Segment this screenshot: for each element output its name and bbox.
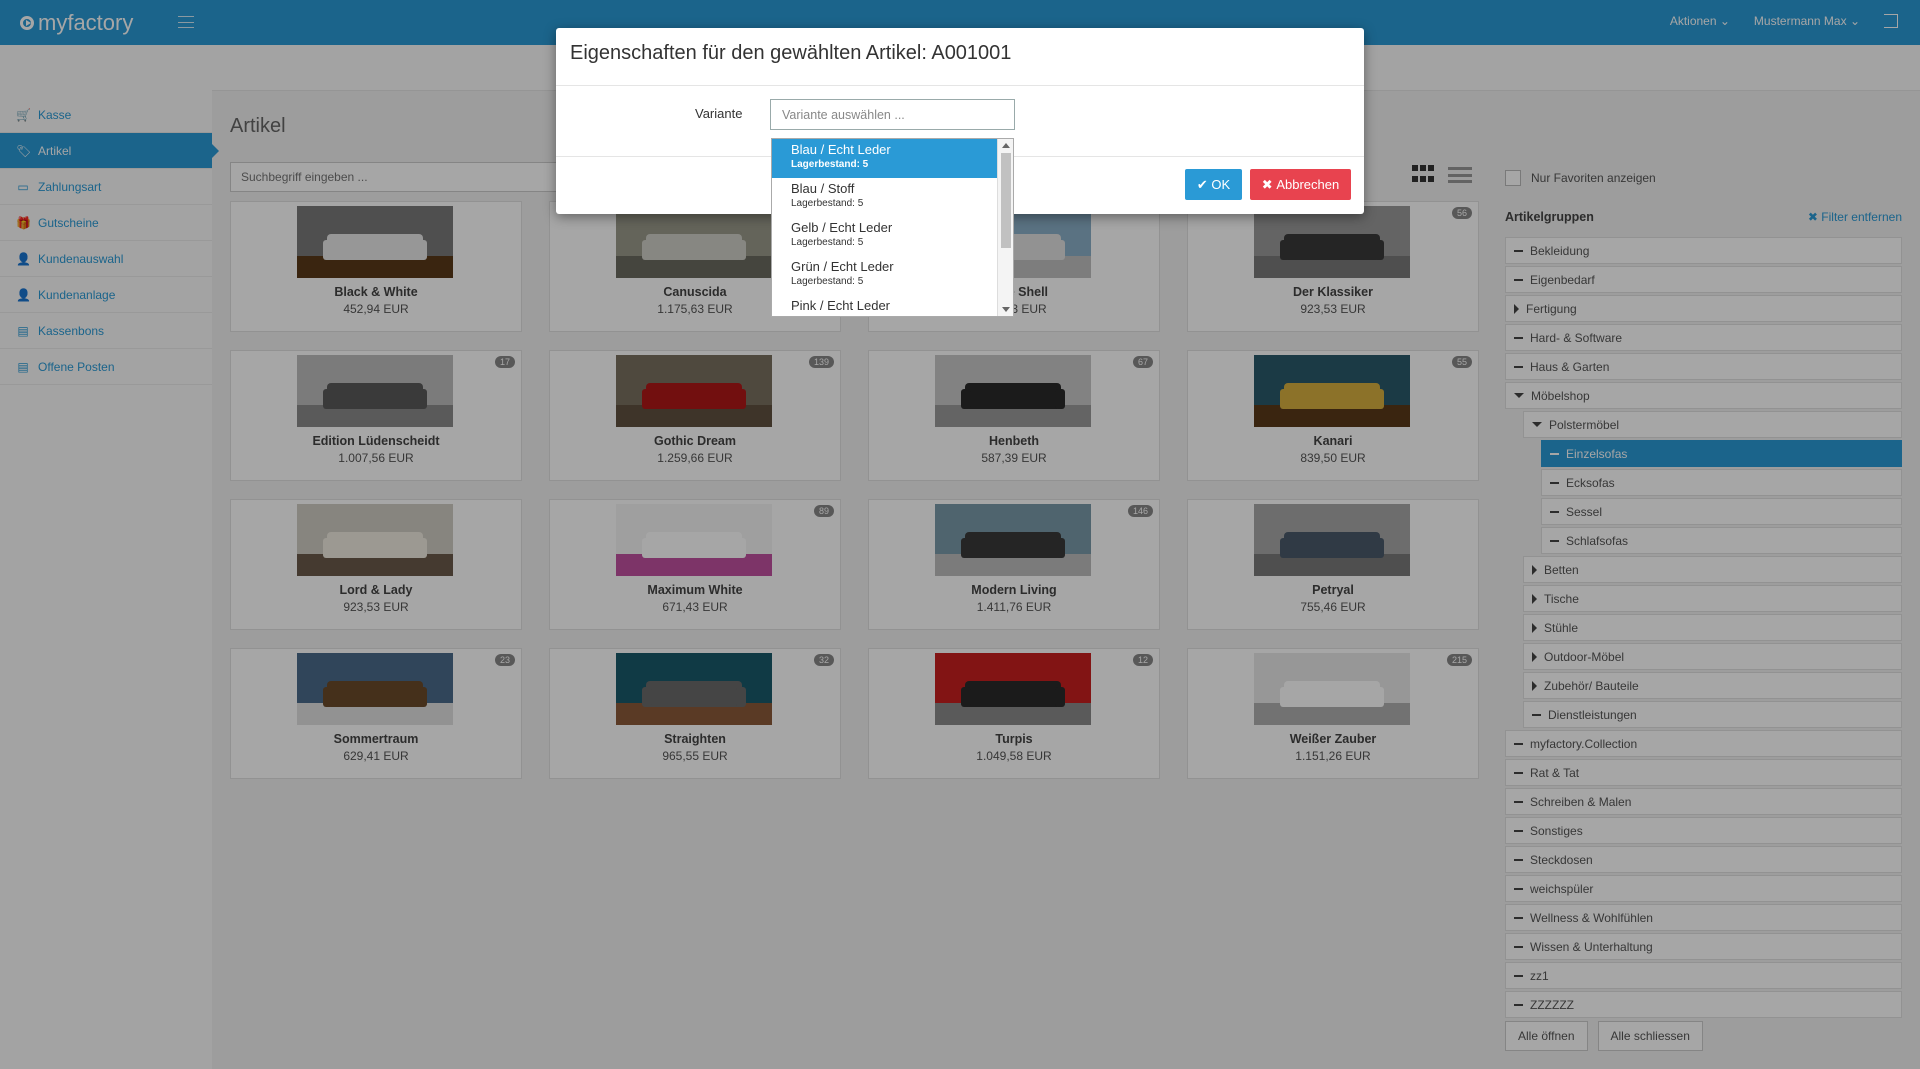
- scroll-down-icon[interactable]: [1002, 307, 1010, 312]
- variant-option-stock: Lagerbestand: 5: [791, 237, 864, 248]
- variant-option-stock: Lagerbestand: 5: [791, 276, 864, 287]
- variant-label: Variante: [695, 106, 743, 121]
- cancel-button[interactable]: ✖ Abbrechen: [1250, 169, 1351, 200]
- modal-title: Eigenschaften für den gewählten Artikel:…: [570, 42, 1012, 64]
- variant-option[interactable]: Grün / Echt Leder Lagerbestand: 5: [772, 256, 998, 295]
- variant-option[interactable]: Pink / Echt Leder: [772, 295, 998, 316]
- variant-option-stock: Lagerbestand: 5: [791, 159, 869, 170]
- divider: [556, 85, 1364, 86]
- variant-option-name: Grün / Echt Leder: [791, 259, 894, 274]
- variant-dropdown: Blau / Echt Leder Lagerbestand: 5 Blau / S…: [771, 138, 1014, 317]
- variant-option[interactable]: Gelb / Echt Leder Lagerbestand: 5: [772, 217, 998, 256]
- variant-options: Blau / Echt Leder Lagerbestand: 5 Blau / S…: [772, 139, 998, 316]
- variant-option-stock: Lagerbestand: 5: [791, 198, 864, 209]
- variant-option[interactable]: Blau / Stoff Lagerbestand: 5: [772, 178, 998, 217]
- ok-button[interactable]: ✔ OK: [1185, 169, 1242, 200]
- scroll-thumb[interactable]: [1001, 153, 1011, 248]
- variant-option[interactable]: Blau / Echt Leder Lagerbestand: 5: [772, 139, 998, 178]
- dropdown-scrollbar[interactable]: [997, 139, 1013, 316]
- variant-option-name: Pink / Echt Leder: [791, 298, 890, 313]
- variant-option-name: Gelb / Echt Leder: [791, 220, 893, 235]
- variant-option-name: Blau / Stoff: [791, 181, 855, 196]
- check-icon: ✔: [1196, 176, 1212, 192]
- variant-option-name: Blau / Echt Leder: [791, 142, 891, 157]
- scroll-up-icon[interactable]: [1002, 143, 1010, 148]
- close-icon: ✖: [1261, 176, 1277, 192]
- variant-select[interactable]: Variante auswählen ...: [770, 99, 1015, 130]
